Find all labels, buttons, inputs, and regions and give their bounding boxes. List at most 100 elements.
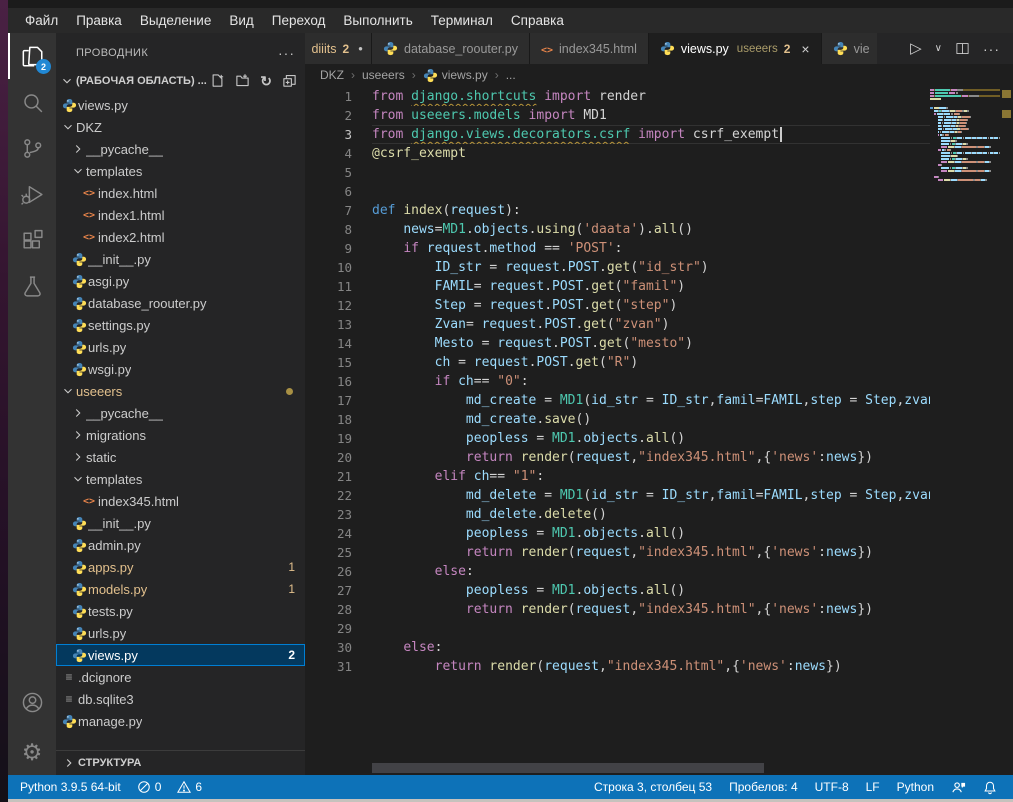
- code-line-10[interactable]: 10 ID_str = request.POST.get("id_str"): [305, 258, 930, 277]
- code-line-15[interactable]: 15 ch = request.POST.get("R"): [305, 353, 930, 372]
- tab-index345.html[interactable]: <>index345.html: [530, 33, 649, 64]
- menu-item[interactable]: Терминал: [422, 10, 502, 31]
- workspace-section-header[interactable]: (РАБОЧАЯ ОБЛАСТЬ) ... ↻: [56, 69, 305, 92]
- new-folder-icon[interactable]: [235, 73, 250, 88]
- menu-item[interactable]: Файл: [16, 10, 67, 31]
- tree-item-index2.html[interactable]: <>index2.html: [56, 226, 305, 248]
- breadcrumb-item-views.py[interactable]: views.py: [423, 68, 488, 83]
- tab-database_roouter.py[interactable]: database_roouter.py: [372, 33, 530, 64]
- close-icon[interactable]: ×: [801, 41, 809, 57]
- tree-item-.dcignore[interactable]: ≡.dcignore: [56, 666, 305, 688]
- tree-item-__init__.py[interactable]: __init__.py: [56, 248, 305, 270]
- run-icon[interactable]: ▷: [910, 41, 922, 56]
- code-line-9[interactable]: 9 if request.method == 'POST':: [305, 239, 930, 258]
- code-line-31[interactable]: 31 return render(request,"index345.html"…: [305, 657, 930, 676]
- tree-item-models.py[interactable]: models.py1: [56, 578, 305, 600]
- tab-vie[interactable]: vie: [822, 33, 877, 64]
- tree-item-__init__.py[interactable]: __init__.py: [56, 512, 305, 534]
- code-line-23[interactable]: 23 md_delete.delete(): [305, 505, 930, 524]
- overview-ruler[interactable]: [1000, 86, 1013, 775]
- code-line-25[interactable]: 25 return render(request,"index345.html"…: [305, 543, 930, 562]
- code-line-1[interactable]: 1from django.shortcuts import render: [305, 87, 930, 106]
- tree-item-apps.py[interactable]: apps.py1: [56, 556, 305, 578]
- activity-settings-gear-icon[interactable]: ⚙: [8, 729, 56, 775]
- code-line-3[interactable]: 3from django.views.decorators.csrf impor…: [305, 125, 930, 144]
- tree-item-index.html[interactable]: <>index.html: [56, 182, 305, 204]
- code-line-7[interactable]: 7def index(request):: [305, 201, 930, 220]
- tree-item-database_roouter.py[interactable]: database_roouter.py: [56, 292, 305, 314]
- code-line-4[interactable]: 4@csrf_exempt: [305, 144, 930, 163]
- tree-item-db.sqlite3[interactable]: ≡db.sqlite3: [56, 688, 305, 710]
- breadcrumb-item-...[interactable]: ...: [506, 68, 516, 82]
- more-actions-icon[interactable]: ···: [983, 41, 1000, 57]
- tree-item-index345.html[interactable]: <>index345.html: [56, 490, 305, 512]
- activity-search-icon[interactable]: [8, 79, 56, 125]
- menu-item[interactable]: Выполнить: [334, 10, 421, 31]
- activity-account-icon[interactable]: [8, 679, 56, 725]
- status-item-warning-icon[interactable]: 6: [177, 780, 202, 794]
- code-lines[interactable]: 1from django.shortcuts import render2fro…: [305, 86, 930, 775]
- tree-item-wsgi.py[interactable]: wsgi.py: [56, 358, 305, 380]
- activity-testing-icon[interactable]: [8, 263, 56, 309]
- breadcrumb-item-DKZ[interactable]: DKZ: [320, 68, 344, 82]
- tree-item-settings.py[interactable]: settings.py: [56, 314, 305, 336]
- status-item[interactable]: Python: [897, 780, 934, 794]
- tree-item-views.py[interactable]: views.py: [56, 94, 305, 116]
- outline-section-header[interactable]: СТРУКТУРА: [56, 750, 305, 775]
- tab-views.py[interactable]: views.pyuseeers2×: [649, 33, 822, 64]
- status-item-bell-icon[interactable]: [983, 780, 997, 795]
- code-line-20[interactable]: 20 return render(request,"index345.html"…: [305, 448, 930, 467]
- explorer-more-icon[interactable]: ···: [278, 45, 295, 61]
- activity-run-debug-icon[interactable]: [8, 171, 56, 217]
- tree-item-templates[interactable]: templates: [56, 468, 305, 490]
- menu-item[interactable]: Вид: [220, 10, 262, 31]
- tree-item-manage.py[interactable]: manage.py: [56, 710, 305, 732]
- activity-source-control-icon[interactable]: [8, 125, 56, 171]
- activity-explorer-icon[interactable]: 2: [8, 33, 56, 79]
- tree-item-migrations[interactable]: migrations: [56, 424, 305, 446]
- code-line-8[interactable]: 8 news=MD1.objects.using('daata').all(): [305, 220, 930, 239]
- code-line-22[interactable]: 22 md_delete = MD1(id_str = ID_str,famil…: [305, 486, 930, 505]
- status-item[interactable]: Python 3.9.5 64-bit: [20, 780, 121, 794]
- menu-item[interactable]: Выделение: [131, 10, 221, 31]
- code-line-18[interactable]: 18 md_create.save(): [305, 410, 930, 429]
- collapse-all-icon[interactable]: [282, 73, 297, 88]
- code-line-17[interactable]: 17 md_create = MD1(id_str = ID_str,famil…: [305, 391, 930, 410]
- code-line-6[interactable]: 6: [305, 182, 930, 201]
- code-line-30[interactable]: 30 else:: [305, 638, 930, 657]
- code-line-26[interactable]: 26 else:: [305, 562, 930, 581]
- status-item[interactable]: LF: [866, 780, 880, 794]
- refresh-icon[interactable]: ↻: [260, 74, 272, 88]
- menu-item[interactable]: Переход: [263, 10, 335, 31]
- status-item[interactable]: UTF-8: [815, 780, 849, 794]
- status-item-feedback-icon[interactable]: [951, 780, 966, 795]
- code-editor[interactable]: 1from django.shortcuts import render2fro…: [305, 86, 1013, 775]
- activity-extensions-icon[interactable]: [8, 217, 56, 263]
- menu-item[interactable]: Правка: [67, 10, 131, 31]
- tree-item-useeers[interactable]: useeers: [56, 380, 305, 402]
- code-line-21[interactable]: 21 elif ch== "1":: [305, 467, 930, 486]
- tree-item-views.py[interactable]: views.py2: [56, 644, 305, 666]
- code-line-11[interactable]: 11 FAMIL= request.POST.get("famil"): [305, 277, 930, 296]
- tree-item-DKZ[interactable]: DKZ: [56, 116, 305, 138]
- code-line-19[interactable]: 19 peopless = MD1.objects.all(): [305, 429, 930, 448]
- tree-item-__pycache__[interactable]: __pycache__: [56, 138, 305, 160]
- code-line-14[interactable]: 14 Mesto = request.POST.get("mesto"): [305, 334, 930, 353]
- status-item-error-icon[interactable]: 0: [137, 780, 162, 794]
- code-line-27[interactable]: 27 peopless = MD1.objects.all(): [305, 581, 930, 600]
- code-line-12[interactable]: 12 Step = request.POST.get("step"): [305, 296, 930, 315]
- status-item[interactable]: Строка 3, столбец 53: [594, 780, 712, 794]
- menu-item[interactable]: Справка: [502, 10, 573, 31]
- tree-item-admin.py[interactable]: admin.py: [56, 534, 305, 556]
- new-file-icon[interactable]: [210, 73, 225, 88]
- tree-item-templates[interactable]: templates: [56, 160, 305, 182]
- breadcrumb-item-useeers[interactable]: useeers: [362, 68, 405, 82]
- tree-item-static[interactable]: static: [56, 446, 305, 468]
- code-line-2[interactable]: 2from useeers.models import MD1: [305, 106, 930, 125]
- tree-item-asgi.py[interactable]: asgi.py: [56, 270, 305, 292]
- tree-item-tests.py[interactable]: tests.py: [56, 600, 305, 622]
- tree-item-index1.html[interactable]: <>index1.html: [56, 204, 305, 226]
- code-line-28[interactable]: 28 return render(request,"index345.html"…: [305, 600, 930, 619]
- split-editor-icon[interactable]: [955, 41, 970, 56]
- code-line-29[interactable]: 29: [305, 619, 930, 638]
